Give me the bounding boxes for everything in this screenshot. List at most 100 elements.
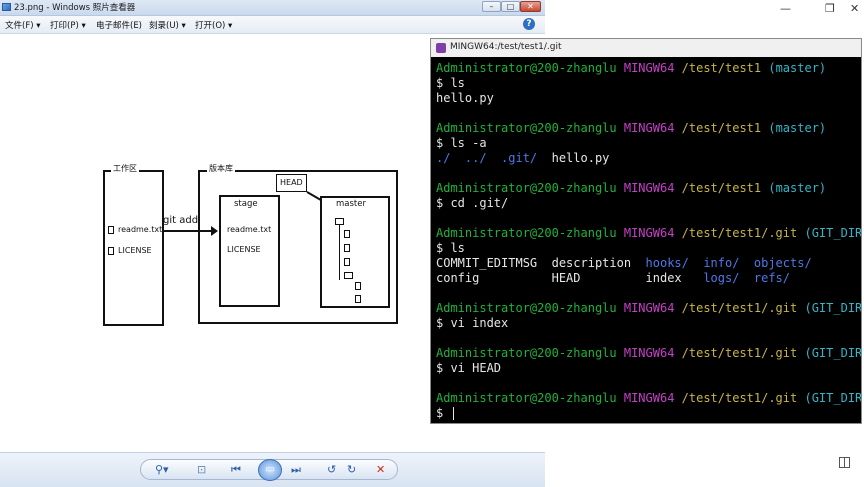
terminal-text-segment: /test/test1 [681, 61, 769, 75]
rotate-left-icon[interactable]: ↺ [327, 462, 336, 477]
terminal-line: Administrator@200-zhanglu MINGW64 /test/… [436, 61, 826, 76]
help-icon[interactable]: ? [523, 18, 535, 30]
rotate-right-icon[interactable]: ↻ [347, 462, 356, 477]
delete-icon[interactable]: ✕ [376, 462, 385, 477]
close-icon[interactable]: ✕ [850, 2, 859, 15]
viewer-title: 23.png - Windows 照片查看器 [14, 3, 136, 13]
terminal-line: Administrator@200-zhanglu MINGW64 /test/… [436, 121, 826, 136]
repository-label: 版本库 [207, 163, 235, 174]
terminal-text-segment: hello.py [537, 151, 610, 165]
photo-viewer-app-icon [2, 3, 11, 11]
terminal-text-segment: (GIT_DIR!) [804, 346, 861, 360]
file-icon [108, 247, 114, 255]
file-icon [344, 258, 350, 266]
terminal-text-segment: Administrator@200-zhanglu [436, 391, 624, 405]
previous-icon[interactable]: ⏮ [231, 462, 241, 477]
terminal-text-segment: (master) [768, 61, 827, 75]
slideshow-icon[interactable]: ▭ [258, 459, 282, 481]
workspace-file-readme: readme.txt [118, 225, 163, 234]
terminal-line: Administrator@200-zhanglu MINGW64 /test/… [436, 346, 861, 361]
terminal-text-segment: config HEAD index [436, 271, 704, 285]
minimize-button[interactable]: – [482, 1, 501, 12]
terminal-line: $ vi index [436, 316, 508, 331]
workspace-file-license: LICENSE [118, 246, 152, 255]
terminal-text-segment: Administrator@200-zhanglu [436, 346, 624, 360]
viewer-menu-bar: 文件(F) ▾ 打印(P) ▾ 电子邮件(E) 刻录(U) ▾ 打开(O) ▾ … [0, 16, 545, 34]
terminal-output[interactable]: Administrator@200-zhanglu MINGW64 /test/… [431, 57, 861, 423]
terminal-text-segment: $ vi HEAD [436, 361, 502, 375]
terminal-text-segment: $ ls [436, 241, 465, 255]
zoom-icon[interactable]: ⚲▾ [155, 462, 169, 477]
mingw-app-icon [436, 43, 446, 53]
master-label: master [336, 199, 366, 209]
stage-file-readme: readme.txt [227, 225, 272, 234]
head-label: HEAD [280, 178, 303, 187]
terminal-text-segment: hooks/ info/ objects/ [645, 256, 812, 270]
viewer-title-bar: 23.png - Windows 照片查看器 – □ ✕ [0, 0, 545, 16]
terminal-text-segment: /test/test1 [681, 181, 769, 195]
git-diagram-image: 工作区 readme.txt LICENSE 版本库 git add stage… [97, 152, 415, 330]
terminal-text-segment: Administrator@200-zhanglu [436, 301, 624, 315]
mingw-terminal-window[interactable]: MINGW64:/test/test1/.git Administrator@2… [430, 38, 862, 424]
terminal-text-segment: Administrator@200-zhanglu [436, 61, 624, 75]
file-icon [344, 230, 350, 238]
terminal-text-segment: MINGW64 [623, 121, 682, 135]
terminal-text-segment: MINGW64 [623, 61, 682, 75]
terminal-line: $ ls [436, 241, 465, 256]
terminal-line: Administrator@200-zhanglu MINGW64 /test/… [436, 226, 861, 241]
close-button[interactable]: ✕ [520, 1, 541, 12]
terminal-title: MINGW64:/test/test1/.git [450, 42, 562, 52]
terminal-text-segment: /test/test1/.git [681, 391, 805, 405]
terminal-text-segment: $ ls [436, 76, 465, 90]
terminal-text-segment: $ vi index [436, 316, 509, 330]
next-icon[interactable]: ⏭ [291, 462, 301, 477]
terminal-text-segment: /test/test1/.git [681, 346, 805, 360]
file-icon [355, 295, 361, 303]
terminal-line: Administrator@200-zhanglu MINGW64 /test/… [436, 391, 861, 406]
background-window-controls: — ❐ ✕ [770, 0, 864, 18]
terminal-text-segment: MINGW64 [623, 346, 682, 360]
workspace-label: 工作区 [111, 163, 139, 174]
terminal-line: Administrator@200-zhanglu MINGW64 /test/… [436, 301, 861, 316]
terminal-text-segment: /test/test1/.git [681, 301, 805, 315]
folder-icon [335, 218, 344, 225]
terminal-line: Administrator@200-zhanglu MINGW64 /test/… [436, 181, 826, 196]
actual-size-icon[interactable]: ⊡ [197, 462, 206, 477]
terminal-text-segment: Administrator@200-zhanglu [436, 226, 624, 240]
menu-print[interactable]: 打印(P) ▾ [50, 19, 86, 31]
terminal-cursor [453, 407, 454, 420]
menu-burn[interactable]: 刻录(U) ▾ [149, 19, 186, 31]
menu-email[interactable]: 电子邮件(E) [96, 19, 142, 31]
menu-open[interactable]: 打开(O) ▾ [195, 19, 232, 31]
terminal-text-segment: Administrator@200-zhanglu [436, 181, 624, 195]
git-add-arrow [163, 230, 213, 232]
terminal-line: $ [436, 406, 450, 421]
terminal-text-segment: /test/test1 [681, 121, 769, 135]
terminal-line: hello.py [436, 91, 494, 106]
minimize-icon[interactable]: — [780, 2, 791, 15]
menu-file[interactable]: 文件(F) ▾ [5, 19, 41, 31]
terminal-text-segment: logs/ refs/ [703, 271, 791, 285]
terminal-line: config HEAD index logs/ refs/ [436, 271, 790, 286]
terminal-text-segment: (master) [768, 181, 827, 195]
terminal-text-segment: MINGW64 [623, 301, 682, 315]
file-icon [108, 226, 114, 234]
viewer-control-pill: ⚲▾ ⊡ ⏮ ▭ ⏭ ↺ ↻ ✕ [140, 459, 398, 481]
terminal-text-segment: $ [436, 406, 451, 420]
terminal-text-segment: (GIT_DIR!) [804, 301, 861, 315]
terminal-line: $ ls [436, 76, 465, 91]
terminal-text-segment: hello.py [436, 91, 494, 105]
terminal-text-segment: ./ ../ .git/ [436, 151, 538, 165]
terminal-text-segment: MINGW64 [623, 226, 682, 240]
terminal-line: $ vi HEAD [436, 361, 501, 376]
split-view-icon[interactable] [839, 457, 850, 468]
file-icon [355, 282, 361, 290]
maximize-button[interactable]: □ [501, 1, 520, 12]
terminal-text-segment: COMMIT_EDITMSG description [436, 256, 646, 270]
arrow-head-icon [211, 226, 218, 236]
terminal-text-segment: (master) [768, 121, 827, 135]
file-icon [344, 244, 350, 252]
stage-file-license: LICENSE [227, 245, 261, 254]
restore-icon[interactable]: ❐ [825, 2, 835, 15]
terminal-text-segment: /test/test1/.git [681, 226, 805, 240]
